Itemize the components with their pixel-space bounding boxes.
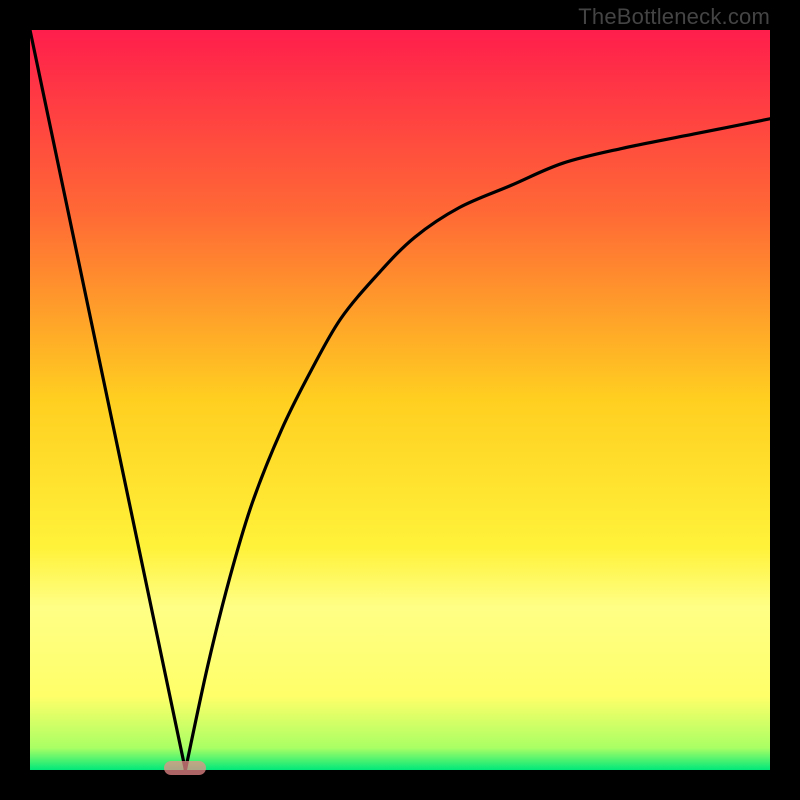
watermark-text: TheBottleneck.com: [578, 4, 770, 30]
plot-area: [30, 30, 770, 770]
minimum-marker: [164, 761, 206, 775]
chart-svg: [30, 30, 770, 770]
chart-frame: TheBottleneck.com: [0, 0, 800, 800]
